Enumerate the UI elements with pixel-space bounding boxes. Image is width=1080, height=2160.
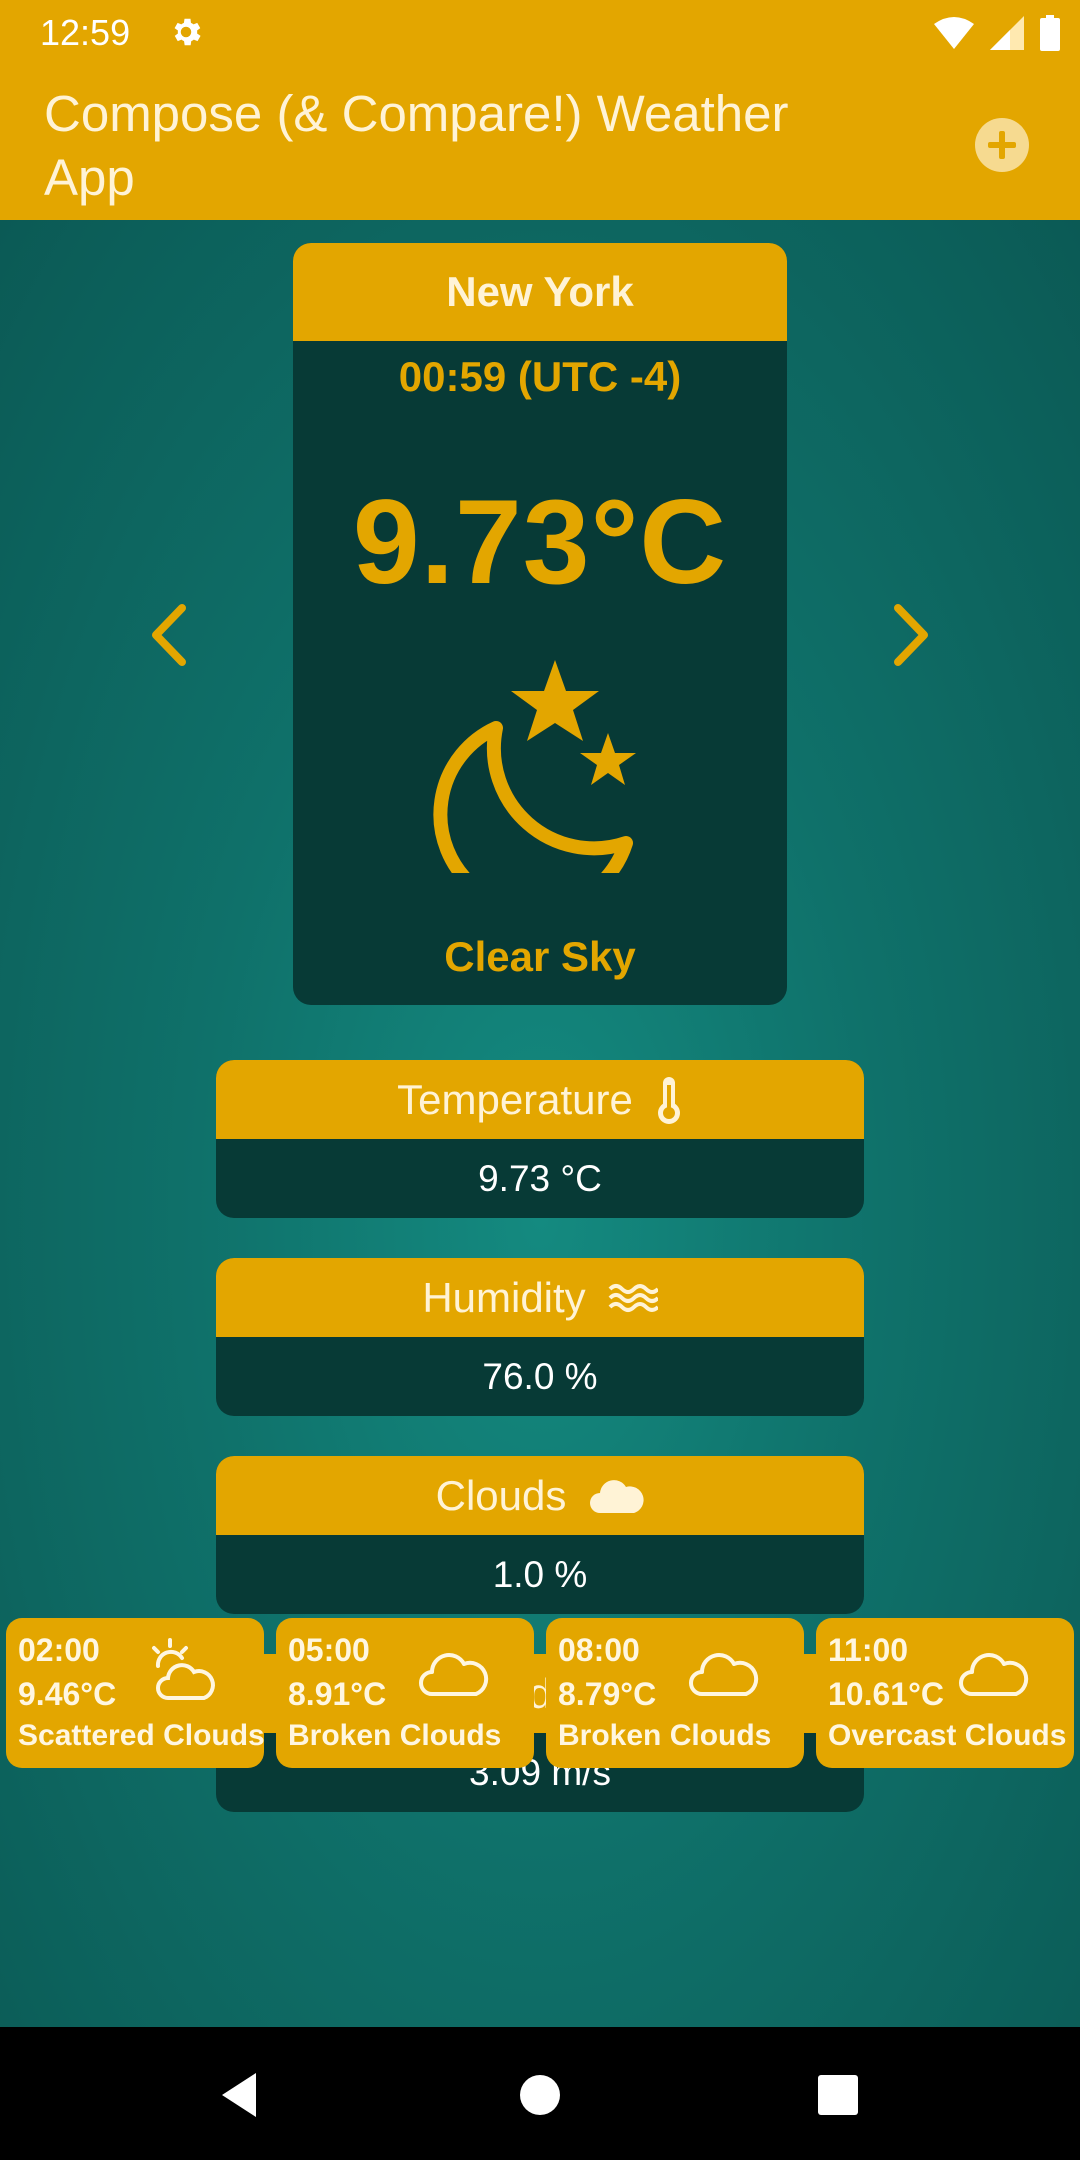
waves-icon [608,1283,658,1312]
temperature-label: Temperature [397,1075,633,1123]
thermometer-icon [657,1076,680,1124]
forecast-item-1100[interactable]: 11:00 10.61°C Overcast Clouds [816,1618,1074,1768]
humidity-card: Humidity 76.0 % [216,1258,864,1416]
city-weather-card[interactable]: New York 00:59 (UTC -4) 9.73°C Clear Sky [293,243,787,1005]
recents-square-icon[interactable] [808,2065,868,2125]
forecast-desc: Broken Clouds [288,1719,502,1752]
forecast-temp: 10.61°C [828,1676,944,1712]
cloud-icon [419,1653,489,1696]
forecast-desc: Overcast Clouds [828,1719,1067,1752]
home-circle-icon[interactable] [510,2065,570,2125]
clouds-card: Clouds 1.0 % [216,1456,864,1614]
app-bar: Compose (& Compare!) Weather App [0,66,1080,220]
city-temperature: 9.73°C [352,475,728,609]
city-condition: Clear Sky [444,933,636,980]
humidity-value: 76.0 % [482,1355,598,1397]
forecast-time: 08:00 [558,1632,640,1668]
add-city-button[interactable] [975,118,1029,172]
wifi-icon [934,17,974,49]
clouds-value: 1.0 % [492,1553,588,1595]
temperature-value: 9.73 °C [478,1157,602,1199]
forecast-desc: Broken Clouds [558,1719,772,1752]
system-nav-bar [0,2027,1080,2160]
status-time: 12:59 [40,12,131,53]
forecast-item-0500[interactable]: 05:00 8.91°C Broken Clouds [276,1618,534,1768]
gear-icon [174,18,201,46]
signal-icon [990,16,1024,50]
forecast-temp: 8.91°C [288,1676,387,1712]
city-name: New York [293,243,787,341]
forecast-desc: Scattered Clouds [18,1719,265,1752]
humidity-header: Humidity [216,1258,864,1337]
forecast-time: 02:00 [18,1632,100,1668]
temperature-header: Temperature [216,1060,864,1139]
forecast-temp: 9.46°C [18,1676,117,1712]
status-icons [934,14,1060,52]
forecast-time: 05:00 [288,1632,370,1668]
city-local-time: 00:59 (UTC -4) [398,353,682,400]
forecast-time: 11:00 [828,1632,909,1668]
battery-icon [1040,15,1060,51]
next-city-chevron-icon[interactable] [880,590,940,680]
clouds-label: Clouds [435,1471,567,1519]
sun-behind-cloud-icon [152,1638,215,1700]
plus-icon [988,131,1016,159]
status-bar: 12:59 [0,0,1080,66]
moon-stars-icon [433,660,636,873]
previous-city-chevron-icon[interactable] [140,590,200,680]
app-title: Compose (& Compare!) Weather App [44,85,789,206]
temperature-card: Temperature 9.73 °C [216,1060,864,1218]
clouds-header: Clouds [216,1456,864,1535]
back-triangle-icon[interactable] [210,2065,270,2125]
humidity-label: Humidity [422,1273,586,1321]
forecast-item-0200[interactable]: 02:00 9.46°C Scattered Clouds [6,1618,265,1768]
cloud-icon [959,1653,1029,1696]
cloud-icon [590,1479,644,1513]
forecast-item-0800[interactable]: 08:00 8.79°C Broken Clouds [546,1618,804,1768]
forecast-temp: 8.79°C [558,1676,657,1712]
cloud-icon [689,1653,759,1696]
